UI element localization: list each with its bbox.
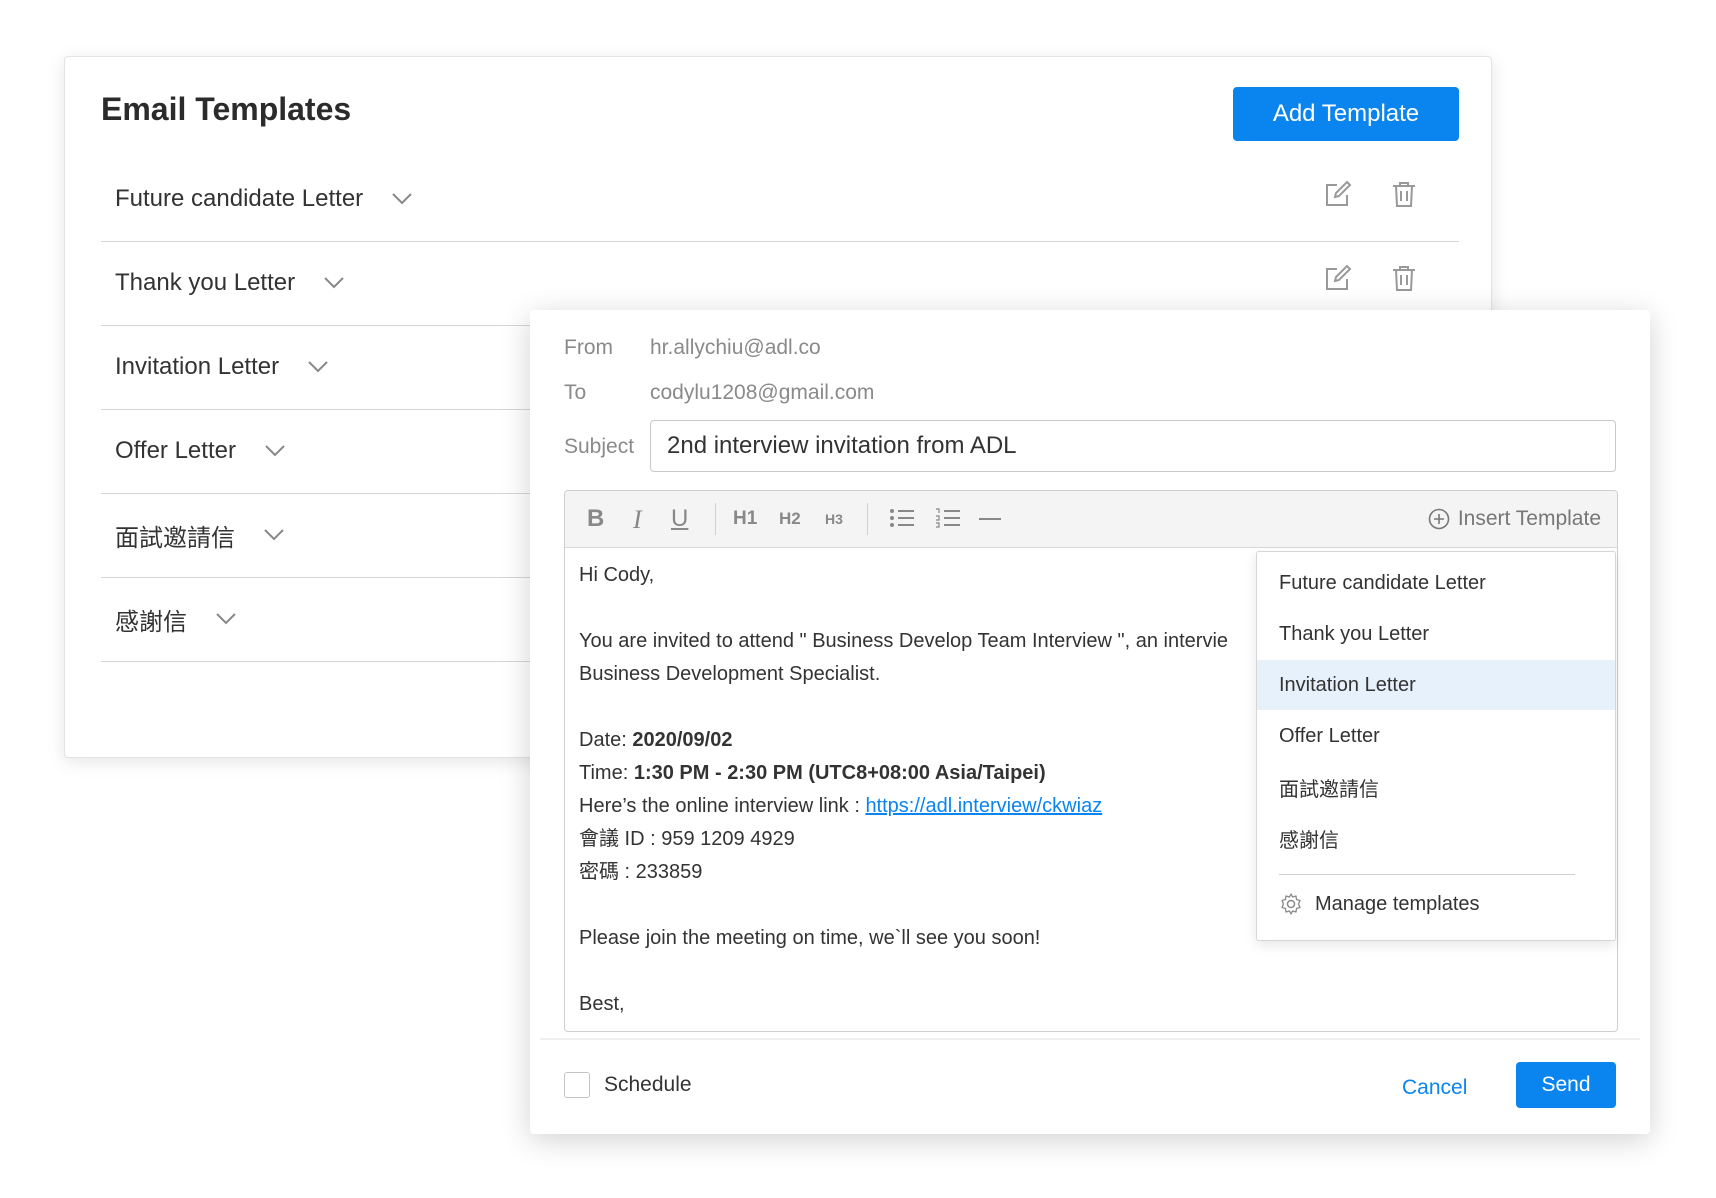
bulleted-list-icon[interactable] [889, 507, 915, 529]
time-label: Time: [579, 762, 634, 784]
gear-icon [1281, 893, 1301, 915]
body-signoff: Best, [579, 993, 625, 1015]
plus-circle-icon [1428, 508, 1450, 530]
dropdown-item[interactable]: Future candidate Letter [1257, 558, 1615, 608]
edit-icon[interactable] [1323, 263, 1353, 293]
template-name: Future candidate Letter [115, 185, 364, 212]
schedule-option[interactable]: Schedule [564, 1072, 692, 1098]
dropdown-item[interactable]: Offer Letter [1257, 711, 1615, 761]
chevron-down-icon[interactable] [307, 360, 329, 374]
h3-button[interactable]: H3 [825, 511, 843, 527]
insert-template-button[interactable]: Insert Template [1428, 507, 1601, 531]
to-value[interactable]: codylu1208@gmail.com [650, 381, 874, 405]
manage-templates-label: Manage templates [1315, 892, 1480, 915]
add-template-button[interactable]: Add Template [1233, 87, 1459, 141]
dropdown-item[interactable]: 感謝信 [1257, 813, 1615, 863]
schedule-label: Schedule [604, 1073, 692, 1096]
subject-input[interactable]: 2nd interview invitation from ADL [650, 420, 1616, 472]
underline-button[interactable]: U [671, 505, 688, 533]
chevron-down-icon[interactable] [215, 612, 237, 626]
schedule-checkbox[interactable] [564, 1072, 590, 1098]
template-name: 感謝信 [115, 608, 187, 636]
date-label: Date: [579, 729, 633, 751]
insert-template-label: Insert Template [1457, 507, 1601, 530]
italic-button[interactable]: I [633, 505, 642, 535]
dropdown-item[interactable]: Thank you Letter [1257, 609, 1615, 659]
template-name: 面試邀請信 [115, 524, 235, 552]
dropdown-item[interactable]: 面試邀請信 [1257, 762, 1615, 812]
horizontal-rule-icon[interactable] [979, 517, 1001, 521]
date-value: 2020/09/02 [632, 729, 733, 751]
dropdown-divider [1279, 874, 1575, 875]
from-value: hr.allychiu@adl.co [650, 336, 821, 359]
interview-link[interactable]: https://adl.interview/ckwiaz [865, 795, 1102, 817]
editor-toolbar: B I U H1 H2 H3 Insert Template [565, 491, 1617, 548]
page-title: Email Templates [101, 91, 352, 127]
template-row[interactable]: Future candidate Letter [101, 157, 1459, 242]
edit-icon[interactable] [1323, 179, 1353, 209]
dropdown-item-highlighted[interactable]: Invitation Letter [1257, 660, 1615, 710]
subject-label: Subject [564, 435, 635, 458]
time-value: 1:30 PM - 2:30 PM (UTC8+08:00 Asia/Taipe… [633, 762, 1046, 784]
chevron-down-icon[interactable] [263, 528, 285, 542]
link-label: Here’s the online interview link : [579, 795, 866, 817]
numbered-list-icon[interactable] [935, 507, 961, 529]
to-label: To [564, 381, 587, 404]
send-button[interactable]: Send [1516, 1062, 1616, 1108]
trash-icon[interactable] [1389, 179, 1419, 209]
chevron-down-icon[interactable] [264, 444, 286, 458]
footer-divider [540, 1038, 1640, 1040]
template-name: Thank you Letter [115, 269, 296, 296]
template-name: Offer Letter [115, 437, 236, 464]
h1-button[interactable]: H1 [733, 508, 757, 530]
insert-template-dropdown: Future candidate Letter Thank you Letter… [1256, 551, 1616, 941]
chevron-down-icon[interactable] [323, 276, 345, 290]
trash-icon[interactable] [1389, 263, 1419, 293]
toolbar-divider [715, 503, 716, 535]
bold-button[interactable]: B [587, 505, 604, 533]
toolbar-divider [867, 503, 868, 535]
h2-button[interactable]: H2 [779, 509, 801, 529]
template-name: Invitation Letter [115, 353, 280, 380]
manage-templates-item[interactable]: Manage templates [1279, 892, 1480, 916]
from-label: From [564, 336, 613, 359]
cancel-button[interactable]: Cancel [1402, 1076, 1467, 1100]
chevron-down-icon[interactable] [391, 192, 413, 206]
